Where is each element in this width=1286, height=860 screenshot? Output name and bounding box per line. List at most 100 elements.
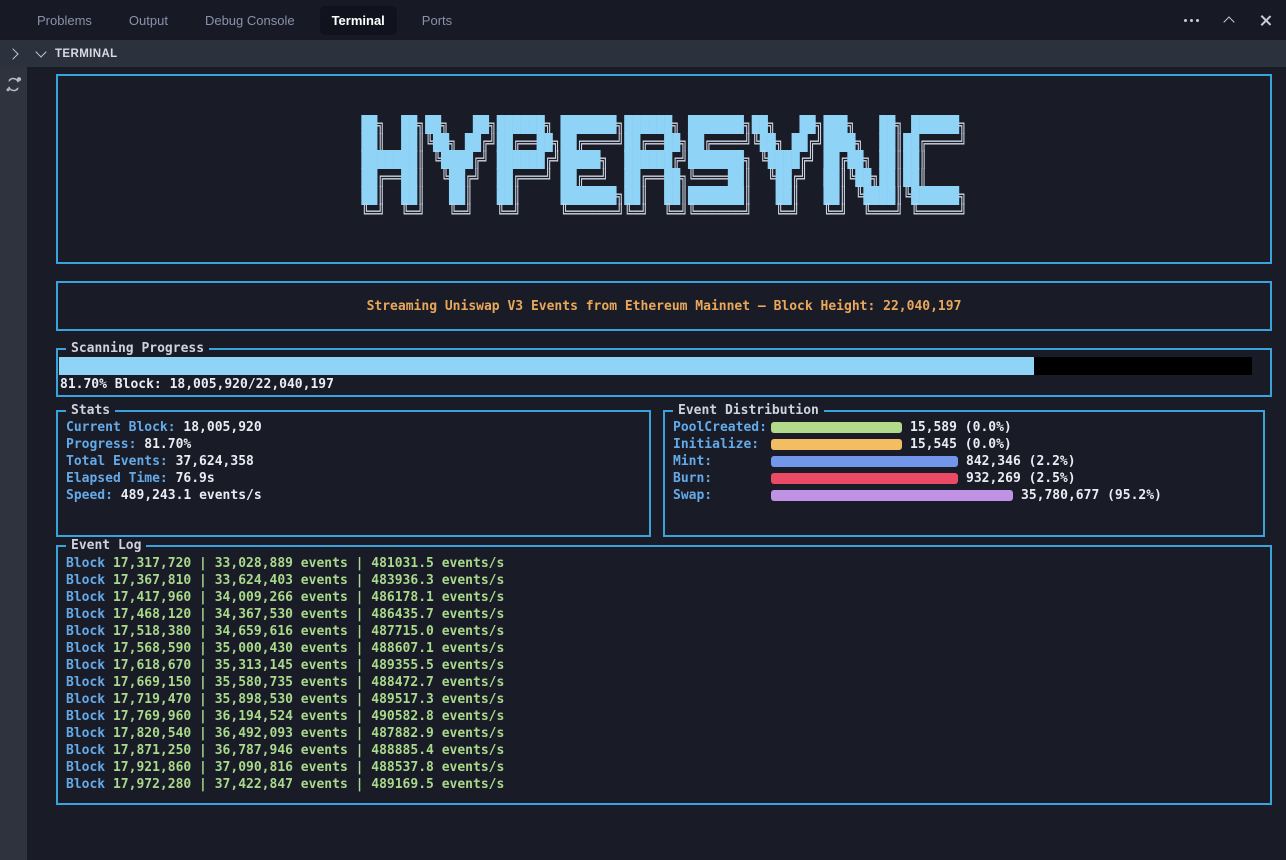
log-block-label: Block	[66, 607, 105, 622]
stats-title: Stats	[66, 402, 115, 419]
event-log-row: Block 17,468,120 | 34,367,530 events | 4…	[66, 606, 1262, 623]
event-log-row: Block 17,317,720 | 33,028,889 events | 4…	[66, 555, 1262, 572]
log-block-label: Block	[66, 760, 105, 775]
close-panel-icon[interactable]	[1259, 14, 1272, 27]
stream-header-text: Streaming Uniswap V3 Events from Ethereu…	[367, 299, 962, 314]
log-block-label: Block	[66, 590, 105, 605]
stat-label: Current Block:	[66, 420, 176, 435]
stat-value: 18,005,920	[183, 420, 261, 435]
log-block-label: Block	[66, 641, 105, 656]
progress-label: 81.70% Block: 18,005,920/22,040,197	[58, 376, 1270, 393]
log-block-label: Block	[66, 726, 105, 741]
stats-box: Stats Current Block: 18,005,920 Progress…	[56, 410, 651, 537]
event-log-box: Event Log Block 17,317,720 | 33,028,889 …	[56, 545, 1272, 805]
log-block-label: Block	[66, 777, 105, 792]
sidebar-expand-icon[interactable]	[7, 48, 18, 59]
distribution-row: Burn: 932,269 (2.5%)	[673, 470, 1255, 487]
banner-box: ██╗ ██╗██╗ ██╗██████╗ ███████╗██████╗ ██…	[56, 74, 1272, 264]
terminal-section-header: TERMINAL	[0, 40, 1286, 67]
log-detail: 17,317,720 | 33,028,889 events | 481031.…	[113, 556, 504, 571]
distribution-row: Swap: 35,780,677 (95.2%)	[673, 487, 1255, 504]
log-detail: 17,972,280 | 37,422,847 events | 489169.…	[113, 777, 504, 792]
scanning-progress-box: Scanning Progress 81.70% Block: 18,005,9…	[56, 348, 1272, 397]
log-detail: 17,568,590 | 35,000,430 events | 488607.…	[113, 641, 504, 656]
progress-bar-fill	[59, 357, 1034, 375]
stat-label: Progress:	[66, 437, 136, 452]
panel-actions	[1184, 0, 1272, 40]
terminal-side-strip	[0, 67, 27, 860]
event-distribution-box: Event Distribution PoolCreated: 15,589 (…	[663, 410, 1265, 537]
log-detail: 17,921,860 | 37,090,816 events | 488537.…	[113, 760, 504, 775]
event-log-row: Block 17,921,860 | 37,090,816 events | 4…	[66, 759, 1262, 776]
stat-value: 76.9s	[176, 471, 215, 486]
panel-tab[interactable]: Terminal	[320, 6, 397, 35]
distribution-label: Swap:	[673, 488, 771, 503]
stat-label: Speed:	[66, 488, 113, 503]
log-detail: 17,468,120 | 34,367,530 events | 486435.…	[113, 607, 504, 622]
event-log-row: Block 17,417,960 | 34,009,266 events | 4…	[66, 589, 1262, 606]
log-block-label: Block	[66, 556, 105, 571]
distribution-label: PoolCreated:	[673, 420, 771, 435]
stat-row: Speed: 489,243.1 events/s	[66, 487, 641, 504]
event-log-row: Block 17,820,540 | 36,492,093 events | 4…	[66, 725, 1262, 742]
log-block-label: Block	[66, 743, 105, 758]
more-actions-icon[interactable]	[1184, 19, 1199, 22]
stat-row: Elapsed Time: 76.9s	[66, 470, 641, 487]
log-detail: 17,719,470 | 35,898,530 events | 489517.…	[113, 692, 504, 707]
panel-tab[interactable]: Ports	[410, 6, 464, 35]
progress-bar-track	[59, 357, 1252, 375]
log-block-label: Block	[66, 692, 105, 707]
distribution-row: PoolCreated: 15,589 (0.0%)	[673, 419, 1255, 436]
log-block-label: Block	[66, 658, 105, 673]
distribution-value: 932,269 (2.5%)	[966, 471, 1076, 486]
event-distribution-title: Event Distribution	[673, 402, 824, 419]
distribution-bar	[771, 490, 1013, 501]
log-block-label: Block	[66, 573, 105, 588]
distribution-row: Mint: 842,346 (2.2%)	[673, 453, 1255, 470]
event-log-row: Block 17,518,380 | 34,659,616 events | 4…	[66, 623, 1262, 640]
stat-row: Current Block: 18,005,920	[66, 419, 641, 436]
stat-label: Elapsed Time:	[66, 471, 168, 486]
log-detail: 17,669,150 | 35,580,735 events | 488472.…	[113, 675, 504, 690]
event-log-row: Block 17,618,670 | 35,313,145 events | 4…	[66, 657, 1262, 674]
distribution-label: Burn:	[673, 471, 771, 486]
panel-tab[interactable]: Problems	[25, 6, 104, 35]
terminal-section-title: TERMINAL	[55, 48, 118, 60]
event-log-row: Block 17,972,280 | 37,422,847 events | 4…	[66, 776, 1262, 793]
stat-value: 489,243.1 events/s	[121, 488, 262, 503]
panel-tab[interactable]: Output	[117, 6, 180, 35]
log-detail: 17,367,810 | 33,624,403 events | 483936.…	[113, 573, 504, 588]
distribution-value: 15,589 (0.0%)	[910, 420, 1012, 435]
terminal-collapse-icon[interactable]	[35, 46, 46, 57]
distribution-bar	[771, 456, 958, 467]
scanning-progress-title: Scanning Progress	[66, 340, 209, 357]
distribution-value: 842,346 (2.2%)	[966, 454, 1076, 469]
log-detail: 17,769,960 | 36,194,524 events | 490582.…	[113, 709, 504, 724]
stat-value: 81.70%	[144, 437, 191, 452]
distribution-bar	[771, 439, 902, 450]
hypersync-banner: ██╗ ██╗██╗ ██╗██████╗ ███████╗██████╗ ██…	[361, 116, 967, 222]
panel-tab[interactable]: Debug Console	[193, 6, 307, 35]
terminal-viewport: ██╗ ██╗██╗ ██╗██████╗ ███████╗██████╗ ██…	[27, 67, 1286, 860]
stat-label: Total Events:	[66, 454, 168, 469]
log-block-label: Block	[66, 624, 105, 639]
distribution-row: Initialize: 15,545 (0.0%)	[673, 436, 1255, 453]
distribution-bar	[771, 473, 958, 484]
log-detail: 17,871,250 | 36,787,946 events | 488885.…	[113, 743, 504, 758]
log-block-label: Block	[66, 709, 105, 724]
stream-header-box: Streaming Uniswap V3 Events from Ethereu…	[56, 281, 1272, 331]
event-log-row: Block 17,769,960 | 36,194,524 events | 4…	[66, 708, 1262, 725]
distribution-label: Initialize:	[673, 437, 771, 452]
log-detail: 17,417,960 | 34,009,266 events | 486178.…	[113, 590, 504, 605]
log-detail: 17,820,540 | 36,492,093 events | 487882.…	[113, 726, 504, 741]
event-log-title: Event Log	[66, 537, 146, 554]
event-log-row: Block 17,367,810 | 33,624,403 events | 4…	[66, 572, 1262, 589]
panel-tabbar: Problems Output Debug Console Terminal P…	[0, 0, 1286, 40]
sync-icon[interactable]	[5, 76, 22, 93]
stat-row: Progress: 81.70%	[66, 436, 641, 453]
event-log-row: Block 17,871,250 | 36,787,946 events | 4…	[66, 742, 1262, 759]
log-detail: 17,518,380 | 34,659,616 events | 487715.…	[113, 624, 504, 639]
maximize-panel-icon[interactable]	[1223, 16, 1234, 27]
stat-row: Total Events: 37,624,358	[66, 453, 641, 470]
event-log-row: Block 17,568,590 | 35,000,430 events | 4…	[66, 640, 1262, 657]
